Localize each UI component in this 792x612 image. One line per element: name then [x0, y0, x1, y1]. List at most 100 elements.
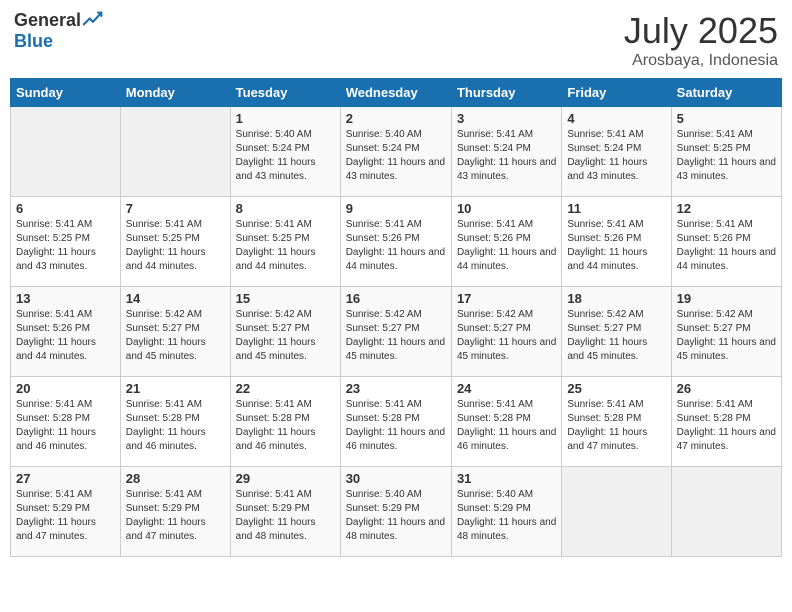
day-number: 8 [236, 201, 335, 216]
calendar-cell: 13Sunrise: 5:41 AM Sunset: 5:26 PM Dayli… [11, 287, 121, 377]
day-info: Sunrise: 5:41 AM Sunset: 5:28 PM Dayligh… [346, 398, 446, 454]
weekday-header-thursday: Thursday [451, 79, 561, 107]
day-info: Sunrise: 5:41 AM Sunset: 5:29 PM Dayligh… [16, 488, 115, 544]
day-number: 29 [236, 471, 335, 486]
calendar-cell: 30Sunrise: 5:40 AM Sunset: 5:29 PM Dayli… [340, 467, 451, 557]
day-number: 24 [457, 381, 556, 396]
day-number: 25 [567, 381, 665, 396]
calendar-cell: 1 Sunrise: 5:40 AM Sunset: 5:24 PM Daylig… [230, 107, 340, 197]
calendar-cell: 12Sunrise: 5:41 AM Sunset: 5:26 PM Dayli… [671, 197, 781, 287]
day-number: 28 [126, 471, 225, 486]
day-number: 5 [677, 111, 776, 126]
day-info: Sunrise: 5:42 AM Sunset: 5:27 PM Dayligh… [236, 308, 335, 364]
day-info: Sunrise: 5:41 AM Sunset: 5:26 PM Dayligh… [457, 218, 556, 274]
calendar-cell: 21 Sunrise: 5:41 AM Sunset: 5:28 PM Dayli… [120, 377, 230, 467]
weekday-header-friday: Friday [562, 79, 671, 107]
day-number: 4 [567, 111, 665, 126]
day-number: 1 [236, 111, 335, 126]
day-number: 3 [457, 111, 556, 126]
day-info: Sunrise: 5:42 AM Sunset: 5:27 PM Dayligh… [346, 308, 446, 364]
day-number: 22 [236, 381, 335, 396]
day-info: Sunrise: 5:42 AM Sunset: 5:27 PM Dayligh… [126, 308, 225, 364]
calendar-cell: 29 Sunrise: 5:41 AM Sunset: 5:29 PM Dayli… [230, 467, 340, 557]
calendar-cell: 20Sunrise: 5:41 AM Sunset: 5:28 PM Dayli… [11, 377, 121, 467]
day-number: 21 [126, 381, 225, 396]
day-info: Sunrise: 5:41 AM Sunset: 5:25 PM Dayligh… [677, 128, 776, 184]
day-info: Sunrise: 5:41 AM Sunset: 5:28 PM Dayligh… [126, 398, 225, 454]
day-number: 17 [457, 291, 556, 306]
logo-general-text: General [14, 10, 81, 31]
month-year-title: July 2025 [624, 10, 778, 52]
weekday-header-sunday: Sunday [11, 79, 121, 107]
day-number: 18 [567, 291, 665, 306]
day-info: Sunrise: 5:40 AM Sunset: 5:24 PM Dayligh… [236, 128, 335, 184]
day-number: 16 [346, 291, 446, 306]
day-info: Sunrise: 5:40 AM Sunset: 5:29 PM Dayligh… [457, 488, 556, 544]
day-info: Sunrise: 5:41 AM Sunset: 5:29 PM Dayligh… [126, 488, 225, 544]
calendar-cell: 5 Sunrise: 5:41 AM Sunset: 5:25 PM Daylig… [671, 107, 781, 197]
day-number: 11 [567, 201, 665, 216]
day-info: Sunrise: 5:41 AM Sunset: 5:29 PM Dayligh… [236, 488, 335, 544]
day-info: Sunrise: 5:41 AM Sunset: 5:25 PM Dayligh… [236, 218, 335, 274]
calendar-cell: 18 Sunrise: 5:42 AM Sunset: 5:27 PM Dayli… [562, 287, 671, 377]
day-info: Sunrise: 5:42 AM Sunset: 5:27 PM Dayligh… [457, 308, 556, 364]
calendar-week-row: 27 Sunrise: 5:41 AM Sunset: 5:29 PM Dayli… [11, 467, 782, 557]
day-info: Sunrise: 5:41 AM Sunset: 5:28 PM Dayligh… [457, 398, 556, 454]
calendar-cell: 17 Sunrise: 5:42 AM Sunset: 5:27 PM Dayli… [451, 287, 561, 377]
day-info: Sunrise: 5:41 AM Sunset: 5:28 PM Dayligh… [16, 398, 115, 454]
day-number: 7 [126, 201, 225, 216]
day-number: 30 [346, 471, 446, 486]
calendar-cell: 24 Sunrise: 5:41 AM Sunset: 5:28 PM Dayli… [451, 377, 561, 467]
calendar-cell: 27 Sunrise: 5:41 AM Sunset: 5:29 PM Dayli… [11, 467, 121, 557]
calendar-cell: 10Sunrise: 5:41 AM Sunset: 5:26 PM Dayli… [451, 197, 561, 287]
day-number: 14 [126, 291, 225, 306]
logo-blue-text: Blue [14, 31, 53, 52]
day-number: 19 [677, 291, 776, 306]
day-info: Sunrise: 5:41 AM Sunset: 5:28 PM Dayligh… [567, 398, 665, 454]
page-header: General Blue July 2025 Arosbaya, Indones… [10, 10, 782, 70]
day-number: 12 [677, 201, 776, 216]
calendar-cell: 15 Sunrise: 5:42 AM Sunset: 5:27 PM Dayli… [230, 287, 340, 377]
calendar-header: SundayMondayTuesdayWednesdayThursdayFrid… [11, 79, 782, 107]
day-info: Sunrise: 5:41 AM Sunset: 5:28 PM Dayligh… [236, 398, 335, 454]
calendar-cell: 22 Sunrise: 5:41 AM Sunset: 5:28 PM Dayli… [230, 377, 340, 467]
day-number: 15 [236, 291, 335, 306]
calendar-week-row: 13Sunrise: 5:41 AM Sunset: 5:26 PM Dayli… [11, 287, 782, 377]
logo-bird-icon [83, 11, 103, 31]
calendar-cell: 31 Sunrise: 5:40 AM Sunset: 5:29 PM Dayli… [451, 467, 561, 557]
logo: General Blue [14, 10, 103, 52]
day-info: Sunrise: 5:41 AM Sunset: 5:26 PM Dayligh… [16, 308, 115, 364]
calendar-cell: 3 Sunrise: 5:41 AM Sunset: 5:24 PM Daylig… [451, 107, 561, 197]
location-title: Arosbaya, Indonesia [624, 52, 778, 70]
calendar-body: 1 Sunrise: 5:40 AM Sunset: 5:24 PM Daylig… [11, 107, 782, 557]
day-info: Sunrise: 5:41 AM Sunset: 5:25 PM Dayligh… [16, 218, 115, 274]
weekday-header-row: SundayMondayTuesdayWednesdayThursdayFrid… [11, 79, 782, 107]
calendar-week-row: 6 Sunrise: 5:41 AM Sunset: 5:25 PM Daylig… [11, 197, 782, 287]
day-number: 31 [457, 471, 556, 486]
day-number: 6 [16, 201, 115, 216]
calendar-table: SundayMondayTuesdayWednesdayThursdayFrid… [10, 78, 782, 557]
day-info: Sunrise: 5:41 AM Sunset: 5:24 PM Dayligh… [457, 128, 556, 184]
calendar-cell: 23 Sunrise: 5:41 AM Sunset: 5:28 PM Dayli… [340, 377, 451, 467]
calendar-week-row: 20Sunrise: 5:41 AM Sunset: 5:28 PM Dayli… [11, 377, 782, 467]
day-info: Sunrise: 5:41 AM Sunset: 5:28 PM Dayligh… [677, 398, 776, 454]
day-number: 2 [346, 111, 446, 126]
day-number: 27 [16, 471, 115, 486]
calendar-cell [562, 467, 671, 557]
calendar-cell: 4Sunrise: 5:41 AM Sunset: 5:24 PM Daylig… [562, 107, 671, 197]
calendar-cell [671, 467, 781, 557]
calendar-cell: 8 Sunrise: 5:41 AM Sunset: 5:25 PM Daylig… [230, 197, 340, 287]
day-info: Sunrise: 5:42 AM Sunset: 5:27 PM Dayligh… [677, 308, 776, 364]
calendar-cell: 9Sunrise: 5:41 AM Sunset: 5:26 PM Daylig… [340, 197, 451, 287]
weekday-header-tuesday: Tuesday [230, 79, 340, 107]
day-number: 26 [677, 381, 776, 396]
calendar-cell [120, 107, 230, 197]
calendar-cell [11, 107, 121, 197]
day-info: Sunrise: 5:42 AM Sunset: 5:27 PM Dayligh… [567, 308, 665, 364]
calendar-cell: 26 Sunrise: 5:41 AM Sunset: 5:28 PM Dayli… [671, 377, 781, 467]
day-number: 23 [346, 381, 446, 396]
calendar-cell: 2Sunrise: 5:40 AM Sunset: 5:24 PM Daylig… [340, 107, 451, 197]
day-info: Sunrise: 5:41 AM Sunset: 5:25 PM Dayligh… [126, 218, 225, 274]
calendar-cell: 25 Sunrise: 5:41 AM Sunset: 5:28 PM Dayli… [562, 377, 671, 467]
day-number: 9 [346, 201, 446, 216]
